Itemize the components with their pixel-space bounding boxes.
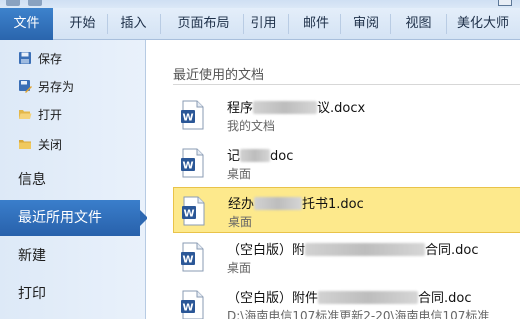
sidebar-item-save-as[interactable]: 另存为 xyxy=(18,76,74,98)
tab-divider xyxy=(390,14,391,34)
sidebar-item-info[interactable]: 信息 xyxy=(0,162,146,198)
svg-text:W: W xyxy=(182,255,193,266)
word-document-icon: W xyxy=(181,148,205,181)
document-path: 桌面 xyxy=(228,215,253,229)
sidebar-item-label: 关闭 xyxy=(38,138,63,152)
sidebar-item-label: 保存 xyxy=(38,52,63,66)
save-icon xyxy=(18,50,32,64)
sidebar-item-print[interactable]: 打印 xyxy=(0,276,146,312)
tab-divider xyxy=(107,14,108,34)
recent-document-item[interactable]: W （空白版）附 合同.doc 桌面 xyxy=(173,234,520,280)
tab-beautify-master[interactable]: 美化大师 xyxy=(450,8,515,40)
document-name-suffix: 议.docx xyxy=(317,101,366,116)
word-document-icon: W xyxy=(182,196,206,229)
svg-text:W: W xyxy=(182,113,193,124)
tab-divider xyxy=(446,14,447,34)
tab-divider xyxy=(243,14,244,34)
redacted-text xyxy=(253,101,318,114)
restore-window-icon[interactable] xyxy=(498,0,512,6)
section-divider xyxy=(173,84,520,85)
open-folder-icon xyxy=(18,106,32,120)
sidebar-item-label: 另存为 xyxy=(38,80,75,94)
sidebar-item-label: 打开 xyxy=(38,108,63,122)
tab-view[interactable]: 视图 xyxy=(393,8,443,40)
tab-home[interactable]: 开始 xyxy=(57,8,107,40)
document-path: 桌面 xyxy=(227,167,252,181)
recent-document-item[interactable]: W 记 doc 桌面 xyxy=(173,140,520,186)
recent-documents-panel: 最近使用的文档 W 程序 议.docx 我的文档 W 记 doc 桌面 W 经办 托书… xyxy=(147,40,520,319)
sidebar-item-close[interactable]: 关闭 xyxy=(18,134,62,156)
quick-access-icon[interactable] xyxy=(6,0,20,6)
save-as-icon xyxy=(18,78,32,93)
backstage-sidebar: 保存 另存为 打开 关闭 信息 最近所用文件 新建 打印 xyxy=(0,40,148,319)
document-path: 我的文档 xyxy=(227,119,276,133)
tab-divider xyxy=(288,14,289,34)
document-name-prefix: （空白版）附件 xyxy=(227,291,319,306)
recent-document-item-selected[interactable]: W 经办 托书1.doc 桌面 xyxy=(173,187,520,233)
redacted-text xyxy=(318,291,419,304)
document-name-prefix: 记 xyxy=(227,149,241,164)
document-name-suffix: 合同.doc xyxy=(418,291,472,306)
document-path: D:\海南电信107标准更新2-20\海南电信107标准 xyxy=(227,309,490,319)
tab-file[interactable]: 文件 xyxy=(0,8,53,40)
tab-insert[interactable]: 插入 xyxy=(108,8,158,40)
document-name-suffix: 合同.doc xyxy=(425,243,479,258)
sidebar-item-open[interactable]: 打开 xyxy=(18,104,62,126)
tab-mailings[interactable]: 邮件 xyxy=(293,8,338,40)
quick-access-icon[interactable] xyxy=(28,0,42,6)
tab-divider xyxy=(160,14,161,34)
close-folder-icon xyxy=(18,136,32,150)
sidebar-item-save[interactable]: 保存 xyxy=(18,48,62,70)
word-document-icon: W xyxy=(181,242,205,275)
tab-page-layout[interactable]: 页面布局 xyxy=(163,8,243,40)
quick-access-toolbar xyxy=(0,0,520,8)
recent-documents-title: 最近使用的文档 xyxy=(173,68,265,83)
svg-text:W: W xyxy=(183,209,194,220)
document-name-prefix: （空白版）附 xyxy=(227,243,306,258)
svg-text:W: W xyxy=(182,303,193,314)
word-document-icon: W xyxy=(181,100,205,133)
document-name-suffix: 托书1.doc xyxy=(302,197,364,212)
document-path: 桌面 xyxy=(227,261,252,275)
document-name-suffix: doc xyxy=(270,149,294,164)
sidebar-item-new[interactable]: 新建 xyxy=(0,238,146,274)
document-name-prefix: 经办 xyxy=(228,197,255,212)
word-document-icon: W xyxy=(181,290,205,319)
redacted-text xyxy=(240,149,271,162)
tab-references[interactable]: 引用 xyxy=(243,8,283,40)
recent-document-item[interactable]: W 程序 议.docx 我的文档 xyxy=(173,92,520,138)
recent-document-item[interactable]: W （空白版）附件 合同.doc D:\海南电信107标准更新2-20\海南电信1… xyxy=(173,282,520,319)
sidebar-item-recent[interactable]: 最近所用文件 xyxy=(0,200,148,236)
svg-text:W: W xyxy=(182,161,193,172)
tab-divider xyxy=(340,14,341,34)
redacted-text xyxy=(254,197,303,210)
redacted-text xyxy=(305,243,426,256)
tab-review[interactable]: 审阅 xyxy=(343,8,388,40)
ribbon-tab-bar: 文件 开始 插入 页面布局 引用 邮件 审阅 视图 美化大师 xyxy=(0,8,520,40)
document-name-prefix: 程序 xyxy=(227,101,254,116)
